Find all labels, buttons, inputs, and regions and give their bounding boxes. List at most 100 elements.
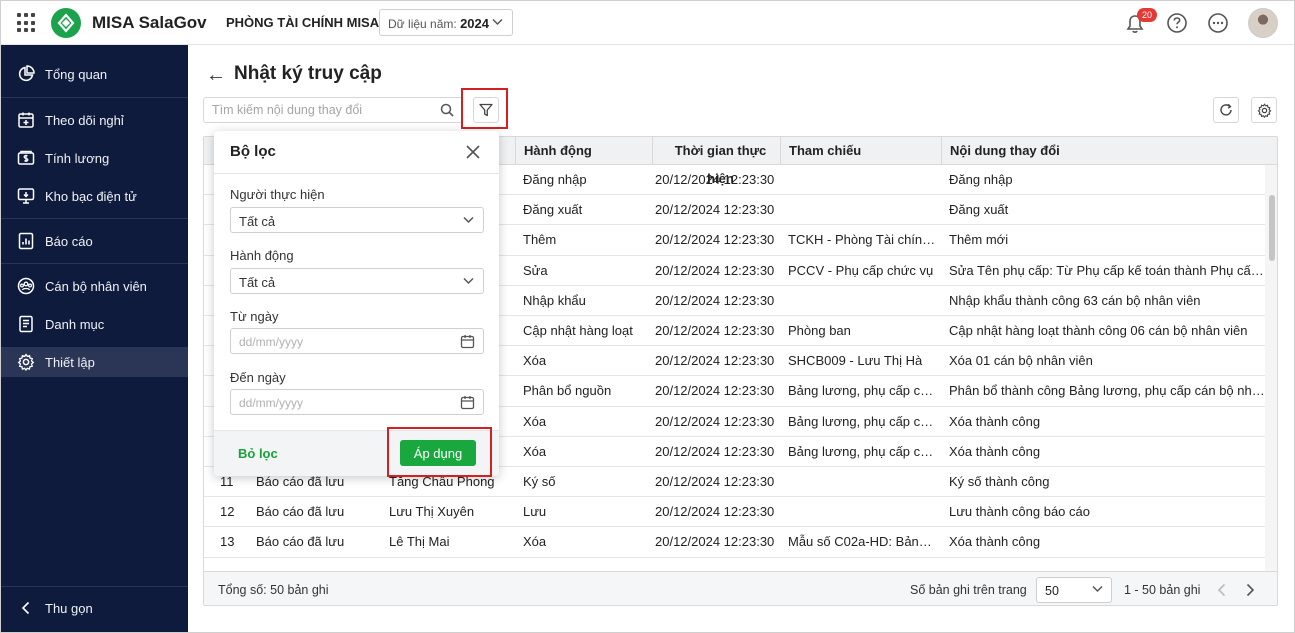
refresh-button[interactable] [1213,97,1239,123]
list-icon [19,315,33,333]
user-avatar[interactable] [1248,8,1278,38]
performer-value: Tất cả [239,214,276,229]
calendar-icon[interactable] [460,334,475,349]
cell-ref: SHCB009 - Lưu Thị Hà [788,353,923,369]
year-label: Dữ liệu năm: [388,17,457,31]
sidebar-item-catalog[interactable]: Danh mục [1,309,188,339]
monitor-icon [17,188,35,204]
apps-grid-icon[interactable] [17,13,37,33]
misa-logo [51,8,81,38]
calendar-plus-icon [18,112,34,128]
cell-action: Xóa [523,353,547,369]
cell-user: Lưu Thị Xuyên [389,504,475,520]
chevron-down-icon [463,277,474,285]
cell-time: 20/12/2024 12:23:30 [655,534,775,550]
to-date-placeholder: dd/mm/yyyy [239,396,304,410]
table-row[interactable]: 12 Báo cáo đã lưu Lưu Thị Xuyên Lưu 20/12/20… [204,497,1267,528]
sidebar-collapse-label: Thu gọn [45,600,93,616]
sidebar-item-label: Kho bạc điện tử [45,188,137,204]
from-date-input[interactable]: dd/mm/yyyy [230,328,484,354]
cell-time: 20/12/2024 12:23:30 [655,232,775,248]
cell-action: Lưu [523,504,547,520]
cell-ref: TCKH - Phòng Tài chính -... [788,232,938,248]
column-header-action[interactable]: Hành động [515,137,592,165]
sidebar-item-leave[interactable]: Theo dõi nghỉ [1,105,188,135]
cell-action: Đăng xuất [523,202,583,218]
table-row[interactable]: 13 Báo cáo đã lưu Lê Thị Mai Xóa 20/12/2024 … [204,527,1267,558]
scrollbar-thumb[interactable] [1269,195,1275,261]
sidebar-item-label: Tính lương [45,150,110,166]
cell-time: 20/12/2024 12:23:30 [655,474,775,489]
table-settings-button[interactable] [1251,97,1277,123]
cell-action: Xóa [523,534,547,550]
sidebar-item-settings[interactable]: Thiết lập [1,347,188,377]
sidebar-collapse-button[interactable]: Thu gọn [1,593,188,623]
performer-select[interactable]: Tất cả [230,207,484,233]
cell-time: 20/12/2024 12:23:30 [655,504,775,520]
cell-module: Báo cáo đã lưu [256,504,345,520]
sidebar-item-overview[interactable]: Tổng quan [1,59,188,89]
cell-time: 20/12/2024 12:23:30 [655,443,775,459]
action-select[interactable]: Tất cả [230,268,484,294]
action-value: Tất cả [239,275,276,290]
sidebar-item-label: Cán bộ nhân viên [45,278,147,294]
cell-action: Thêm [523,232,557,248]
cell-time: 20/12/2024 12:23:30 [655,262,775,278]
per-page-select[interactable]: 50 [1036,577,1112,603]
chevron-down-icon [492,18,503,26]
column-header-content[interactable]: Nội dung thay đổi [941,137,1060,165]
sidebar-divider [1,586,188,587]
column-header-time[interactable]: Thời gian thực hiện [652,137,780,186]
cell-time: 20/12/2024 12:23:30 [655,353,775,369]
cell-content: Lưu thành công báo cáo [949,504,1090,520]
calendar-icon[interactable] [460,395,475,410]
to-date-input[interactable]: dd/mm/yyyy [230,389,484,415]
clear-filter-button[interactable]: Bỏ lọc [238,446,278,461]
cell-ref [788,467,938,497]
cell-action: Nhập khẩu [523,292,586,308]
chevron-down-icon [1092,585,1103,593]
column-header-reference[interactable]: Tham chiếu [780,137,861,165]
filter-panel: Bộ lọc Người thực hiện Tất cả Hành động … [214,131,499,476]
cell-action: Xóa [523,413,547,429]
help-icon[interactable] [1166,12,1188,34]
sidebar-item-staff[interactable]: Cán bộ nhân viên [1,271,188,301]
people-icon [17,277,35,295]
more-options-icon[interactable] [1207,12,1229,34]
cell-content: Thêm mới [949,232,1009,248]
previous-page-icon[interactable] [1214,581,1230,599]
cell-content: Phân bổ thành công Bảng lương, phụ cấp c… [949,383,1265,399]
per-page-value: 50 [1045,584,1059,598]
cell-time: 20/12/2024 12:23:30 [655,292,775,308]
cell-content: Cập nhật hàng loạt thành công 06 cán bộ … [949,323,1248,338]
sidebar-item-treasury[interactable]: Kho bạc điện tử [1,181,188,211]
close-icon[interactable] [464,143,482,161]
cell-ref: Phòng ban [788,323,851,338]
performer-label: Người thực hiện [230,187,325,202]
refresh-icon [1220,103,1232,116]
cell-ref: PCCV - Phụ cấp chức vụ [788,262,934,278]
search-icon[interactable] [440,103,454,117]
top-bar: MISA SalaGov PHÒNG TÀI CHÍNH MISA Dữ liệ… [1,1,1294,45]
next-page-icon[interactable] [1242,581,1258,599]
logo-mark-icon [57,13,75,33]
settings-gear-icon [1257,102,1271,118]
sidebar-item-payroll[interactable]: Tính lương [1,143,188,173]
sidebar-item-label: Danh mục [45,316,105,332]
cell-no: 12 [220,504,235,520]
filter-panel-title: Bộ lọc [230,143,276,160]
sidebar-item-reports[interactable]: Báo cáo [1,226,188,256]
table-scrollbar[interactable] [1265,165,1277,571]
cell-content: Đăng nhập [949,172,1013,187]
chevron-down-icon [463,216,474,224]
cell-action: Phân bổ nguồn [523,383,612,399]
money-icon [17,150,35,165]
cell-ref: Mẫu số C02a-HD: Bảng t... [788,534,938,550]
search-input[interactable] [204,98,424,122]
back-arrow-icon[interactable]: ← [206,64,226,87]
chevron-left-icon [21,601,30,615]
total-records: Tổng số: 50 bản ghi [218,583,329,597]
search-box [203,97,463,123]
year-select[interactable]: Dữ liệu năm: 2024 [379,9,513,36]
cell-time: 20/12/2024 12:23:30 [655,172,775,187]
